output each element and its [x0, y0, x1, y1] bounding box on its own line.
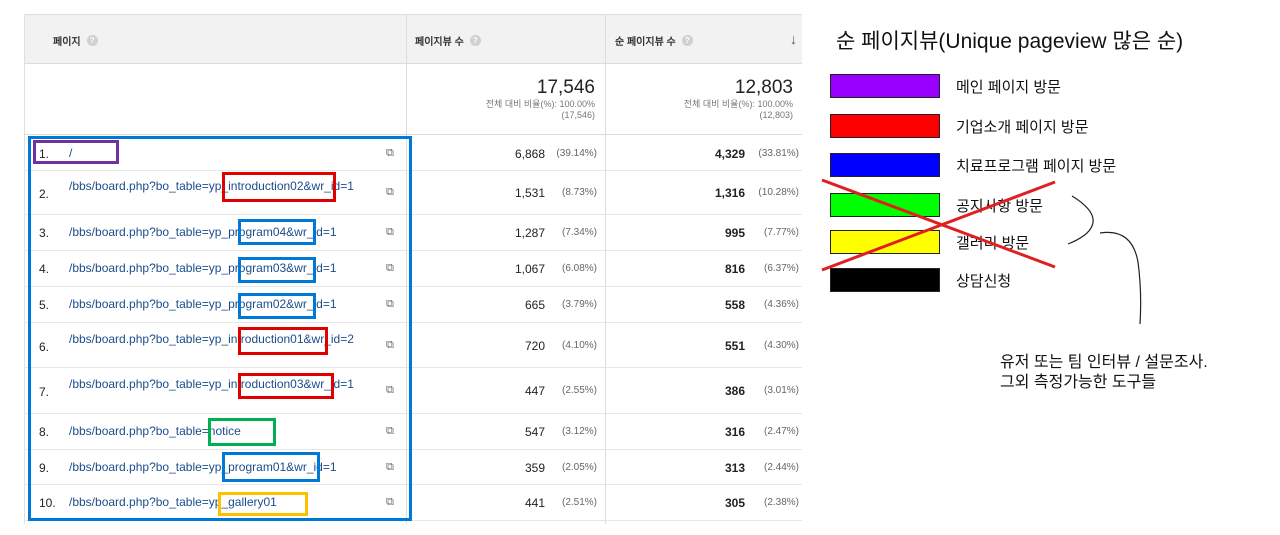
cross-out-line	[821, 178, 1056, 269]
brace-mark	[1067, 195, 1094, 245]
annotation-overlay	[821, 178, 1142, 325]
cross-out-line	[821, 180, 1056, 272]
callout-line	[1099, 231, 1142, 325]
